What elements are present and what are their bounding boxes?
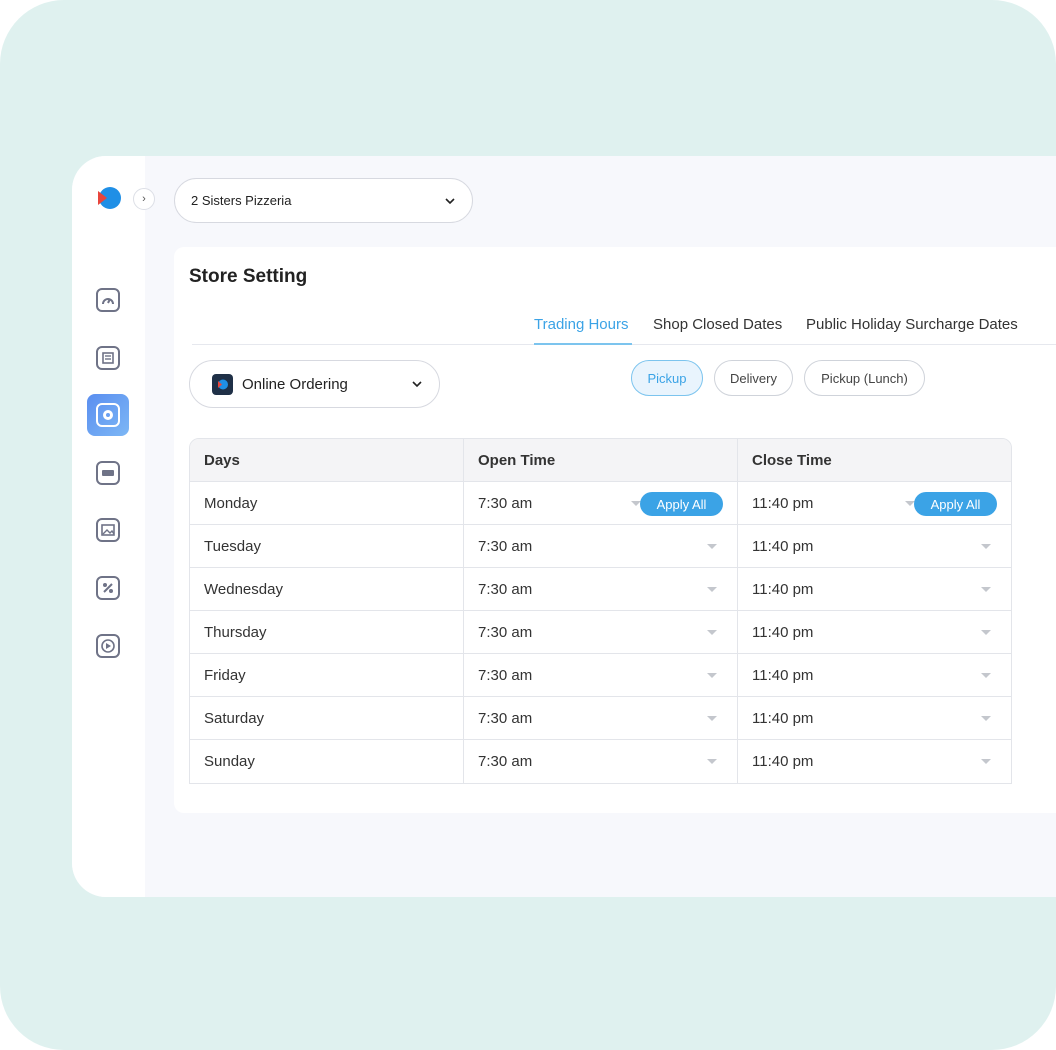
dropdown-caret-icon [707, 630, 717, 635]
settings-icon [96, 403, 120, 427]
channel-selector[interactable]: Online Ordering [189, 360, 440, 408]
open-time-select[interactable]: 7:30 am [464, 525, 738, 567]
sidebar-toggle-button[interactable]: › [133, 188, 155, 210]
integrations-icon [96, 576, 120, 600]
open-time-select[interactable]: 7:30 am [464, 611, 738, 653]
nav-cards[interactable] [87, 452, 129, 494]
nav-integrations[interactable] [87, 567, 129, 609]
close-time-select[interactable]: 11:40 pm [738, 740, 1011, 783]
close-time-value: 11:40 pm [752, 623, 814, 641]
close-time-select[interactable]: 11:40 pm [738, 611, 1011, 653]
open-time-select[interactable]: 7:30 am [464, 654, 738, 696]
tab-shop-closed-dates[interactable]: Shop Closed Dates [653, 316, 782, 333]
store-selector-value: 2 Sisters Pizzeria [191, 193, 292, 208]
open-time-select[interactable]: 7:30 am [464, 697, 738, 739]
open-time-value: 7:30 am [478, 580, 533, 598]
dropdown-caret-icon [707, 544, 717, 549]
apply-all-open-button[interactable]: Apply All [640, 492, 723, 516]
dropdown-caret-icon [981, 630, 991, 635]
store-setting-panel: Store Setting Trading Hours Shop Closed … [174, 247, 1056, 813]
open-time-select[interactable]: 7:30 am [464, 568, 738, 610]
chevron-down-icon [412, 381, 422, 388]
table-row: Tuesday 7:30 am 11:40 pm [190, 525, 1011, 568]
header-days: Days [190, 439, 464, 481]
dropdown-caret-icon [981, 673, 991, 678]
nav-menu[interactable] [87, 337, 129, 379]
page-title: Store Setting [189, 266, 308, 287]
open-time-value: 7:30 am [478, 709, 533, 727]
close-time-select[interactable]: 11:40 pm [738, 568, 1011, 610]
table-header: Days Open Time Close Time [190, 439, 1011, 482]
nav-gallery[interactable] [87, 509, 129, 551]
open-time-value: 7:30 am [478, 753, 533, 770]
order-type-pickup-lunch[interactable]: Pickup (Lunch) [804, 360, 925, 396]
table-row: Monday 7:30 am Apply All 11:40 pm Apply … [190, 482, 1011, 525]
close-time-select[interactable]: 11:40 pm [738, 525, 1011, 567]
close-time-select[interactable]: 11:40 pm [738, 654, 1011, 696]
gallery-icon [96, 518, 120, 542]
table-row: Saturday 7:30 am 11:40 pm [190, 697, 1011, 740]
close-time-value: 11:40 pm [752, 753, 814, 770]
online-ordering-icon [96, 634, 120, 658]
close-time-select[interactable]: 11:40 pm Apply All [738, 482, 1011, 524]
day-cell: Saturday [190, 697, 464, 739]
table-row: Friday 7:30 am 11:40 pm [190, 654, 1011, 697]
channel-selector-value: Online Ordering [242, 375, 348, 393]
day-cell: Tuesday [190, 525, 464, 567]
close-time-value: 11:40 pm [752, 666, 814, 684]
dropdown-caret-icon [707, 673, 717, 678]
dropdown-caret-icon [707, 587, 717, 592]
close-time-value: 11:40 pm [752, 494, 814, 512]
open-time-select[interactable]: 7:30 am Apply All [464, 482, 738, 524]
table-row: Wednesday 7:30 am 11:40 pm [190, 568, 1011, 611]
chevron-down-icon [445, 197, 455, 204]
day-cell: Wednesday [190, 568, 464, 610]
day-cell: Thursday [190, 611, 464, 653]
tab-trading-hours[interactable]: Trading Hours [534, 316, 628, 333]
day-cell: Friday [190, 654, 464, 696]
active-tab-indicator [534, 343, 632, 345]
order-type-delivery[interactable]: Delivery [714, 360, 793, 396]
trading-hours-table: Days Open Time Close Time Monday 7:30 am… [189, 438, 1012, 784]
nav-settings[interactable] [87, 394, 129, 436]
tab-bar: Trading Hours Shop Closed Dates Public H… [192, 306, 1056, 345]
apply-all-close-button[interactable]: Apply All [914, 492, 997, 516]
header-close-time: Close Time [752, 451, 832, 469]
close-time-value: 11:40 pm [752, 709, 814, 727]
close-time-select[interactable]: 11:40 pm [738, 697, 1011, 739]
day-cell: Sunday [190, 740, 464, 783]
close-time-value: 11:40 pm [752, 537, 814, 555]
dashboard-icon [96, 288, 120, 312]
dropdown-caret-icon [707, 759, 717, 764]
card-icon [96, 461, 120, 485]
dropdown-caret-icon [707, 716, 717, 721]
brand-logo-icon [98, 187, 121, 209]
app-window: › 2 Sisters Pizzeria Store Setting Tradi… [72, 156, 1056, 897]
table-row: Sunday 7:30 am 11:40 pm [190, 740, 1011, 783]
order-type-pickup[interactable]: Pickup [631, 360, 703, 396]
open-time-value: 7:30 am [478, 494, 533, 512]
nav-online-ordering[interactable] [87, 625, 129, 667]
dropdown-caret-icon [981, 716, 991, 721]
dropdown-caret-icon [981, 544, 991, 549]
sidebar [72, 156, 145, 897]
table-row: Thursday 7:30 am 11:40 pm [190, 611, 1011, 654]
open-time-value: 7:30 am [478, 623, 533, 641]
day-cell: Monday [190, 482, 464, 524]
open-time-select[interactable]: 7:30 am [464, 740, 738, 783]
store-selector[interactable]: 2 Sisters Pizzeria [174, 178, 473, 223]
close-time-value: 11:40 pm [752, 580, 814, 598]
online-ordering-logo-icon [212, 373, 233, 395]
open-time-value: 7:30 am [478, 666, 533, 684]
chevron-right-icon: › [142, 193, 146, 205]
dropdown-caret-icon [981, 759, 991, 764]
open-time-value: 7:30 am [478, 537, 533, 555]
dropdown-caret-icon [981, 587, 991, 592]
menu-icon [96, 346, 120, 370]
header-open-time: Open Time [464, 439, 738, 481]
tab-public-holiday-surcharge-dates[interactable]: Public Holiday Surcharge Dates [806, 316, 1018, 333]
nav-dashboard[interactable] [87, 279, 129, 321]
